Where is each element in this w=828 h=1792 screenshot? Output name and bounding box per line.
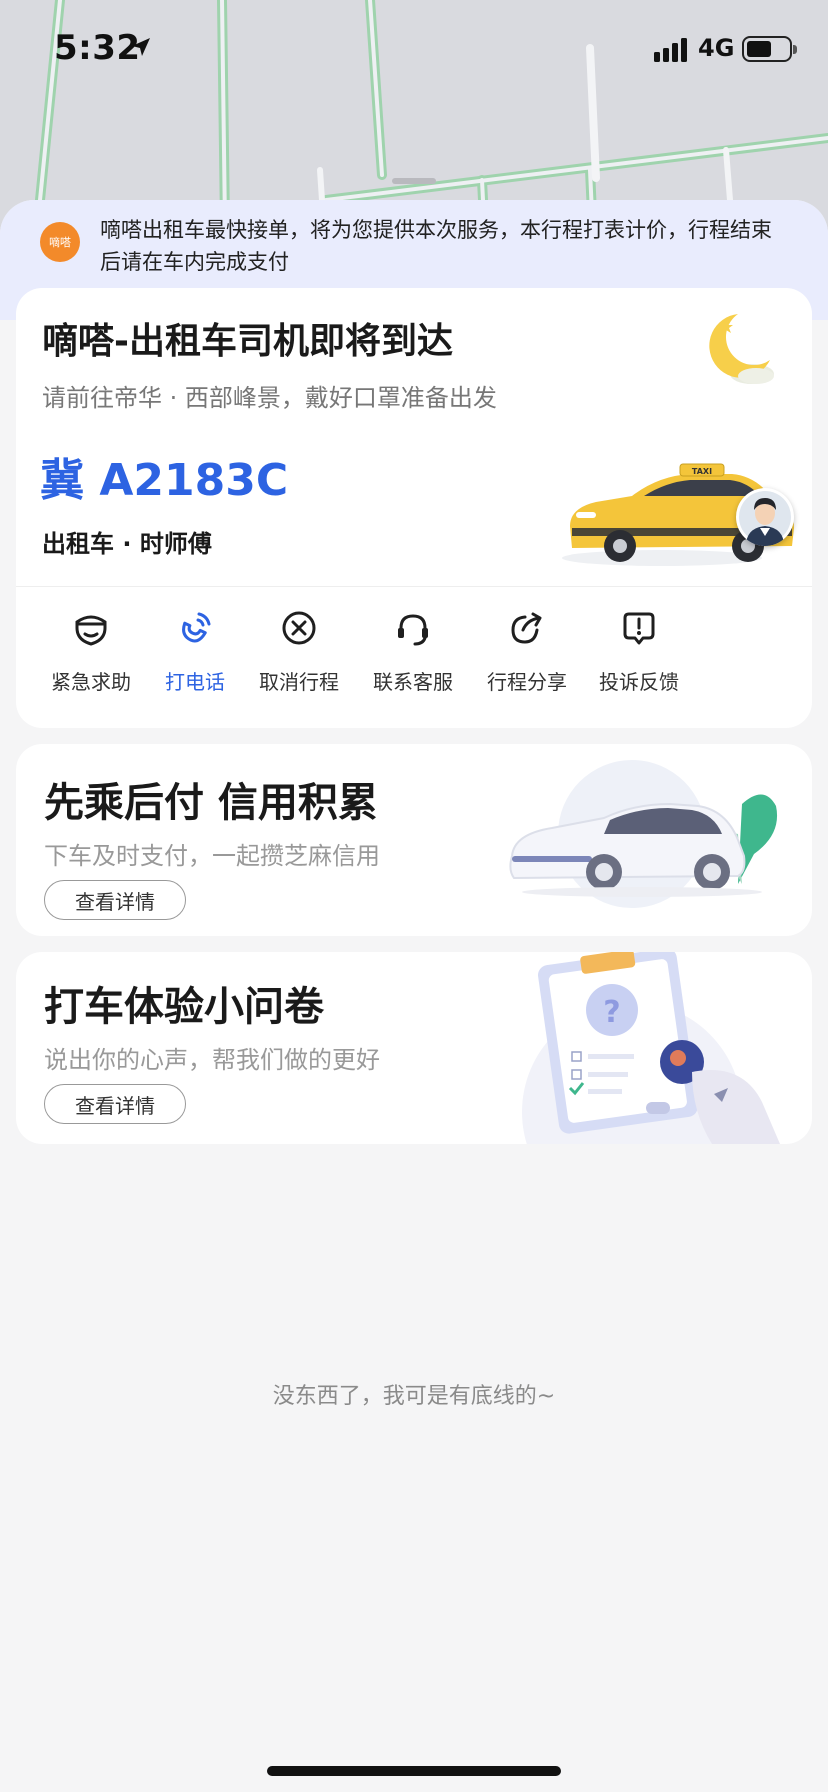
- cancel-icon: [282, 611, 316, 645]
- share-icon: [511, 612, 542, 644]
- status-bar: 5:32 4G: [0, 0, 828, 100]
- network-type: 4G: [698, 34, 735, 62]
- action-label: 打电话: [165, 670, 225, 694]
- car-illustration: [509, 760, 778, 908]
- shield-icon: [75, 615, 107, 646]
- promo-subtitle: 说出你的心声，帮我们做的更好: [44, 1046, 380, 1074]
- driver-avatar-icon: [739, 491, 791, 546]
- emergency-help-button[interactable]: 紧急求助: [36, 608, 146, 695]
- headset-icon: [398, 614, 428, 646]
- questionnaire-illustration: ?: [522, 952, 780, 1144]
- end-of-list-text: 没东西了，我可是有底线的~: [272, 1384, 556, 1409]
- dida-logo: 嘀嗒: [40, 222, 80, 262]
- signal-icon: [654, 38, 687, 62]
- promo-title: 打车体验小问卷: [44, 984, 324, 1030]
- card-divider: [16, 586, 812, 587]
- home-indicator[interactable]: [267, 1766, 561, 1776]
- view-details-button[interactable]: 查看详情: [44, 880, 186, 920]
- action-label: 取消行程: [259, 670, 339, 694]
- status-time: 5:32: [54, 28, 141, 68]
- complaint-feedback-button[interactable]: 投诉反馈: [584, 608, 694, 695]
- notice-text: 嘀嗒出租车最快接单，将为您提供本次服务，本行程打表计价，行程结束后请在车内完成支…: [100, 218, 772, 274]
- driver-card: 嘀嗒-出租车司机即将到达 请前往帝华 · 西部峰景，戴好口罩准备出发 冀 A21…: [16, 288, 812, 728]
- view-details-button[interactable]: 查看详情: [44, 1084, 186, 1124]
- call-driver-button[interactable]: 打电话: [140, 608, 250, 695]
- battery-icon: [742, 36, 797, 62]
- vehicle-driver-info: 出租车 · 时师傅: [42, 530, 212, 558]
- action-label: 紧急求助: [51, 670, 131, 694]
- taxi-sign: TAXI: [692, 467, 712, 476]
- location-arrow-icon: [132, 38, 150, 56]
- trip-action-bar: 紧急求助 打电话 取消行程 联系客服 行程分享 投诉反馈: [16, 608, 812, 718]
- action-label: 行程分享: [487, 670, 567, 694]
- moon-icon: [709, 314, 774, 384]
- promo-title: 先乘后付 信用积累: [44, 780, 378, 826]
- share-trip-button[interactable]: 行程分享: [472, 608, 582, 695]
- customer-service-button[interactable]: 联系客服: [358, 608, 468, 695]
- license-plate: 冀 A2183C: [40, 455, 289, 506]
- driver-status-title: 嘀嗒-出租车司机即将到达: [42, 321, 453, 362]
- cancel-trip-button[interactable]: 取消行程: [244, 608, 354, 695]
- action-label: 投诉反馈: [599, 670, 679, 694]
- survey-promo-card[interactable]: 打车体验小问卷 说出你的心声，帮我们做的更好 查看详情 ?: [16, 952, 812, 1144]
- promo-subtitle: 下车及时支付，一起攒芝麻信用: [44, 842, 380, 870]
- feedback-icon: [623, 612, 655, 645]
- pickup-instruction: 请前往帝华 · 西部峰景，戴好口罩准备出发: [42, 384, 497, 412]
- driver-avatar[interactable]: [736, 488, 794, 546]
- phone-icon: [182, 612, 211, 643]
- pay-later-promo-card[interactable]: 先乘后付 信用积累 下车及时支付，一起攒芝麻信用 查看详情: [16, 744, 812, 936]
- svg-text:?: ?: [603, 995, 620, 1030]
- action-label: 联系客服: [373, 670, 453, 694]
- sheet-drag-handle[interactable]: [392, 178, 436, 184]
- trip-sheet: 嘀嗒 嘀嗒出租车最快接单，将为您提供本次服务，本行程打表计价，行程结束后请在车内…: [0, 200, 828, 1792]
